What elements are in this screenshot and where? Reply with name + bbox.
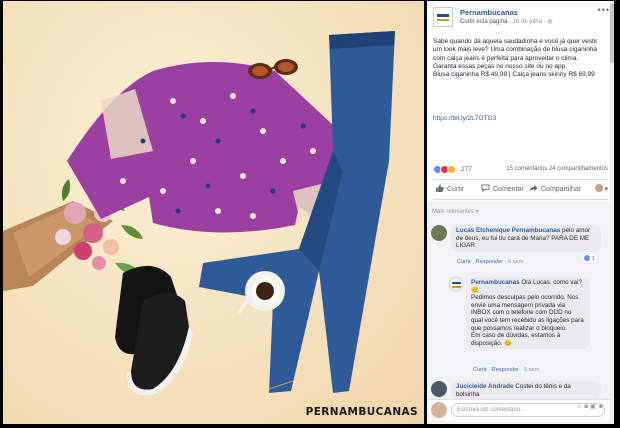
comment-author[interactable]: Jucicleide Andrade — [456, 383, 514, 390]
panel-scrollbar[interactable] — [610, 1, 614, 424]
comment-like-link[interactable]: Curtir — [457, 259, 471, 265]
more-options-icon[interactable]: ••• — [598, 5, 610, 15]
comment-bubble: Jucicleide Andrade Costei do tênis e da … — [451, 381, 601, 401]
post-url-link[interactable]: https://bit.ly/2L7GTG3 — [433, 115, 496, 122]
comment-bubble: Lucas Etchenique Pernambucanas pelo amor… — [451, 225, 601, 252]
scrollbar-thumb[interactable] — [610, 3, 614, 63]
gif-icon[interactable]: ▣ — [590, 404, 598, 410]
page-name-link[interactable]: Pernambucanas — [460, 8, 518, 17]
post-text: Sabe quando dá aquela saudadinha e você … — [433, 38, 598, 79]
post-actions: Curtir Comentar Compartilhar ▾ — [433, 183, 608, 197]
reply-time[interactable]: 5 sem — [524, 367, 539, 373]
comments-area: Mais relevantes ▾ Lucas Etchenique Perna… — [427, 201, 610, 424]
current-user-avatar[interactable] — [431, 402, 447, 418]
thumbs-up-icon — [435, 184, 444, 192]
audience-selector[interactable]: ▾ — [594, 184, 608, 193]
globe-icon: ◍ — [547, 19, 553, 25]
comment-reply-link[interactable]: Responder — [476, 259, 503, 265]
page-reply-avatar[interactable] — [449, 277, 463, 291]
like-reaction-icon — [584, 255, 590, 261]
comment-button[interactable]: Comentar — [481, 184, 524, 193]
reply-text: Olá Lucas, como vai? 😊 Pedimos desculpas… — [471, 279, 584, 347]
reply-like-link[interactable]: Curtir — [473, 367, 487, 373]
sticker-icon[interactable]: ☻ — [598, 404, 606, 410]
commenter-avatar[interactable] — [431, 225, 447, 241]
share-button[interactable]: Compartilhar — [529, 184, 581, 193]
divider — [433, 179, 608, 180]
brand-watermark: PERNAMBUCANAS — [305, 406, 418, 418]
reply-actions: Curtir · Responder · 5 sem — [473, 367, 540, 373]
reply-item: Pernambucanas Olá Lucas, como vai? 😊 Ped… — [449, 277, 606, 377]
reply-bubble: Pernambucanas Olá Lucas, como vai? 😊 Ped… — [466, 277, 590, 350]
divider — [433, 199, 608, 200]
post-header: Pernambucanas Curtir esta página · 16 de… — [433, 7, 608, 29]
reply-author[interactable]: Pernambucanas — [471, 279, 520, 286]
reply-reply-link[interactable]: Responder — [492, 367, 519, 373]
page-avatar[interactable] — [433, 7, 453, 27]
reactions-count[interactable]: 277 — [461, 166, 472, 173]
post-photo[interactable]: PERNAMBUCANAS — [3, 1, 424, 424]
comment-item: Lucas Etchenique Pernambucanas pelo amor… — [431, 225, 606, 273]
comment-like-badge[interactable]: 1 — [581, 254, 598, 263]
composer-icons: ☺◙▣☻ — [576, 403, 606, 410]
share-icon — [529, 184, 538, 192]
comments-sort-dropdown[interactable]: Mais relevantes ▾ — [432, 208, 479, 215]
comment-icon — [481, 184, 490, 192]
black-sneakers — [115, 265, 193, 396]
post-date[interactable]: · 16 de julho · — [507, 19, 547, 25]
haha-reaction-icon — [447, 165, 456, 174]
comment-author[interactable]: Lucas Etchenique — [456, 227, 510, 234]
comment-time[interactable]: 6 sem — [508, 259, 523, 265]
like-page-link[interactable]: Curtir esta página — [460, 19, 507, 25]
comment-composer: Escreva um comentário... ☺◙▣☻ — [429, 399, 610, 421]
like-button[interactable]: Curtir — [435, 184, 464, 193]
engagement-stats[interactable]: 15 comentários 24 compartilhamentos — [506, 166, 608, 172]
commenter-avatar[interactable] — [431, 381, 447, 397]
screenshot-frame: PERNAMBUCANAS Pernambucanas Curtir esta … — [0, 0, 620, 428]
comment-mention[interactable]: Pernambucanas — [512, 227, 561, 234]
product-flatlay-illustration — [3, 31, 395, 396]
comment-item: Jucicleide Andrade Costei do tênis e da … — [431, 381, 606, 401]
post-side-panel: Pernambucanas Curtir esta página · 16 de… — [427, 1, 614, 424]
floral-blouse — [67, 62, 348, 233]
post-meta: Curtir esta página · 16 de julho · ◍ — [460, 18, 553, 25]
user-avatar-small-icon — [594, 184, 603, 192]
reactions-bar[interactable]: 277 15 comentários 24 compartilhamentos — [433, 164, 608, 176]
comment-actions: Curtir · Responder · 6 sem — [457, 259, 524, 265]
